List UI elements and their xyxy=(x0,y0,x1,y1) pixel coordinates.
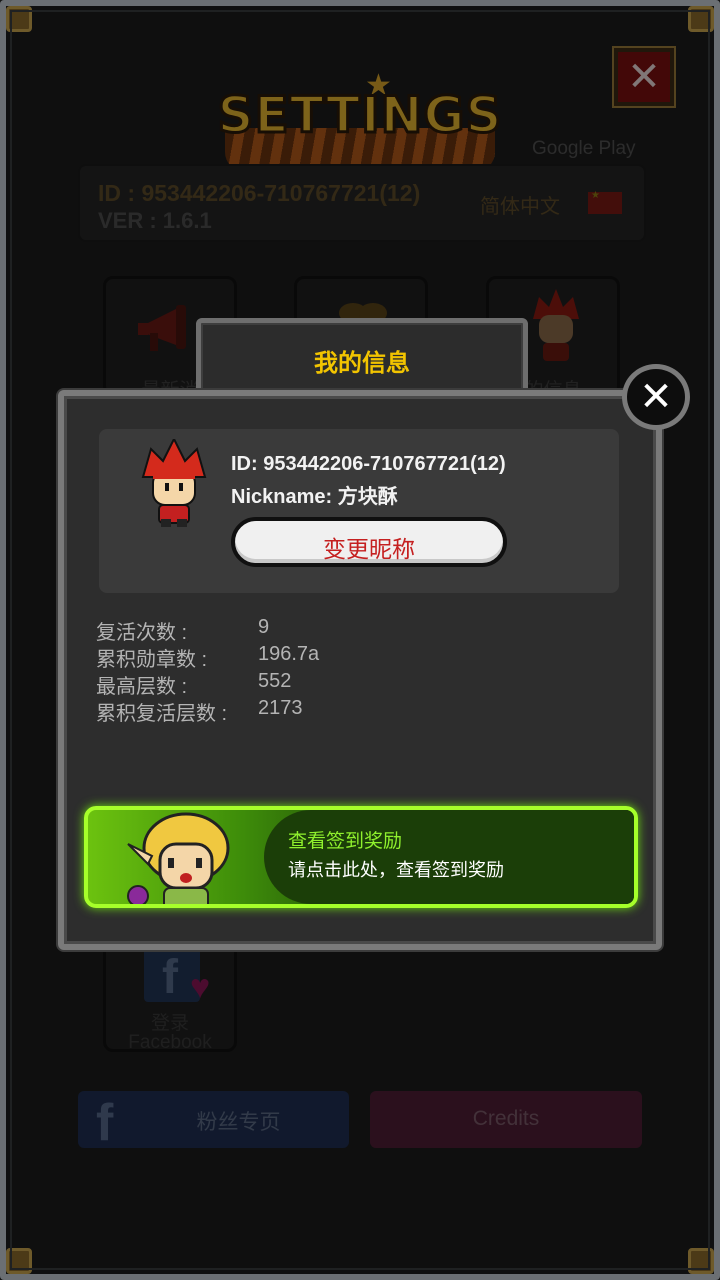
dialog-title: 我的信息 xyxy=(314,350,410,377)
avatar xyxy=(141,439,207,527)
reward-subtitle: 请点击此处，查看签到奖励 xyxy=(288,860,504,880)
my-info-tab: 我的信息 xyxy=(196,318,528,398)
my-info-dialog: ID: 953442206-710767721(12) Nickname: 方块… xyxy=(58,390,662,950)
profile-nickname: Nickname: 方块酥 xyxy=(231,486,398,508)
checkin-reward-banner[interactable]: 查看签到奖励 请点击此处，查看签到奖励 xyxy=(84,806,638,908)
change-nickname-button[interactable]: 变更昵称 xyxy=(231,517,507,567)
profile-card: ID: 953442206-710767721(12) Nickname: 方块… xyxy=(99,429,619,593)
reward-title: 查看签到奖励 xyxy=(288,831,403,852)
dialog-close-button[interactable]: ✕ xyxy=(622,364,690,430)
profile-id: ID: 953442206-710767721(12) xyxy=(231,453,506,475)
elf-character-icon xyxy=(127,812,230,904)
close-icon: ✕ xyxy=(639,375,673,419)
